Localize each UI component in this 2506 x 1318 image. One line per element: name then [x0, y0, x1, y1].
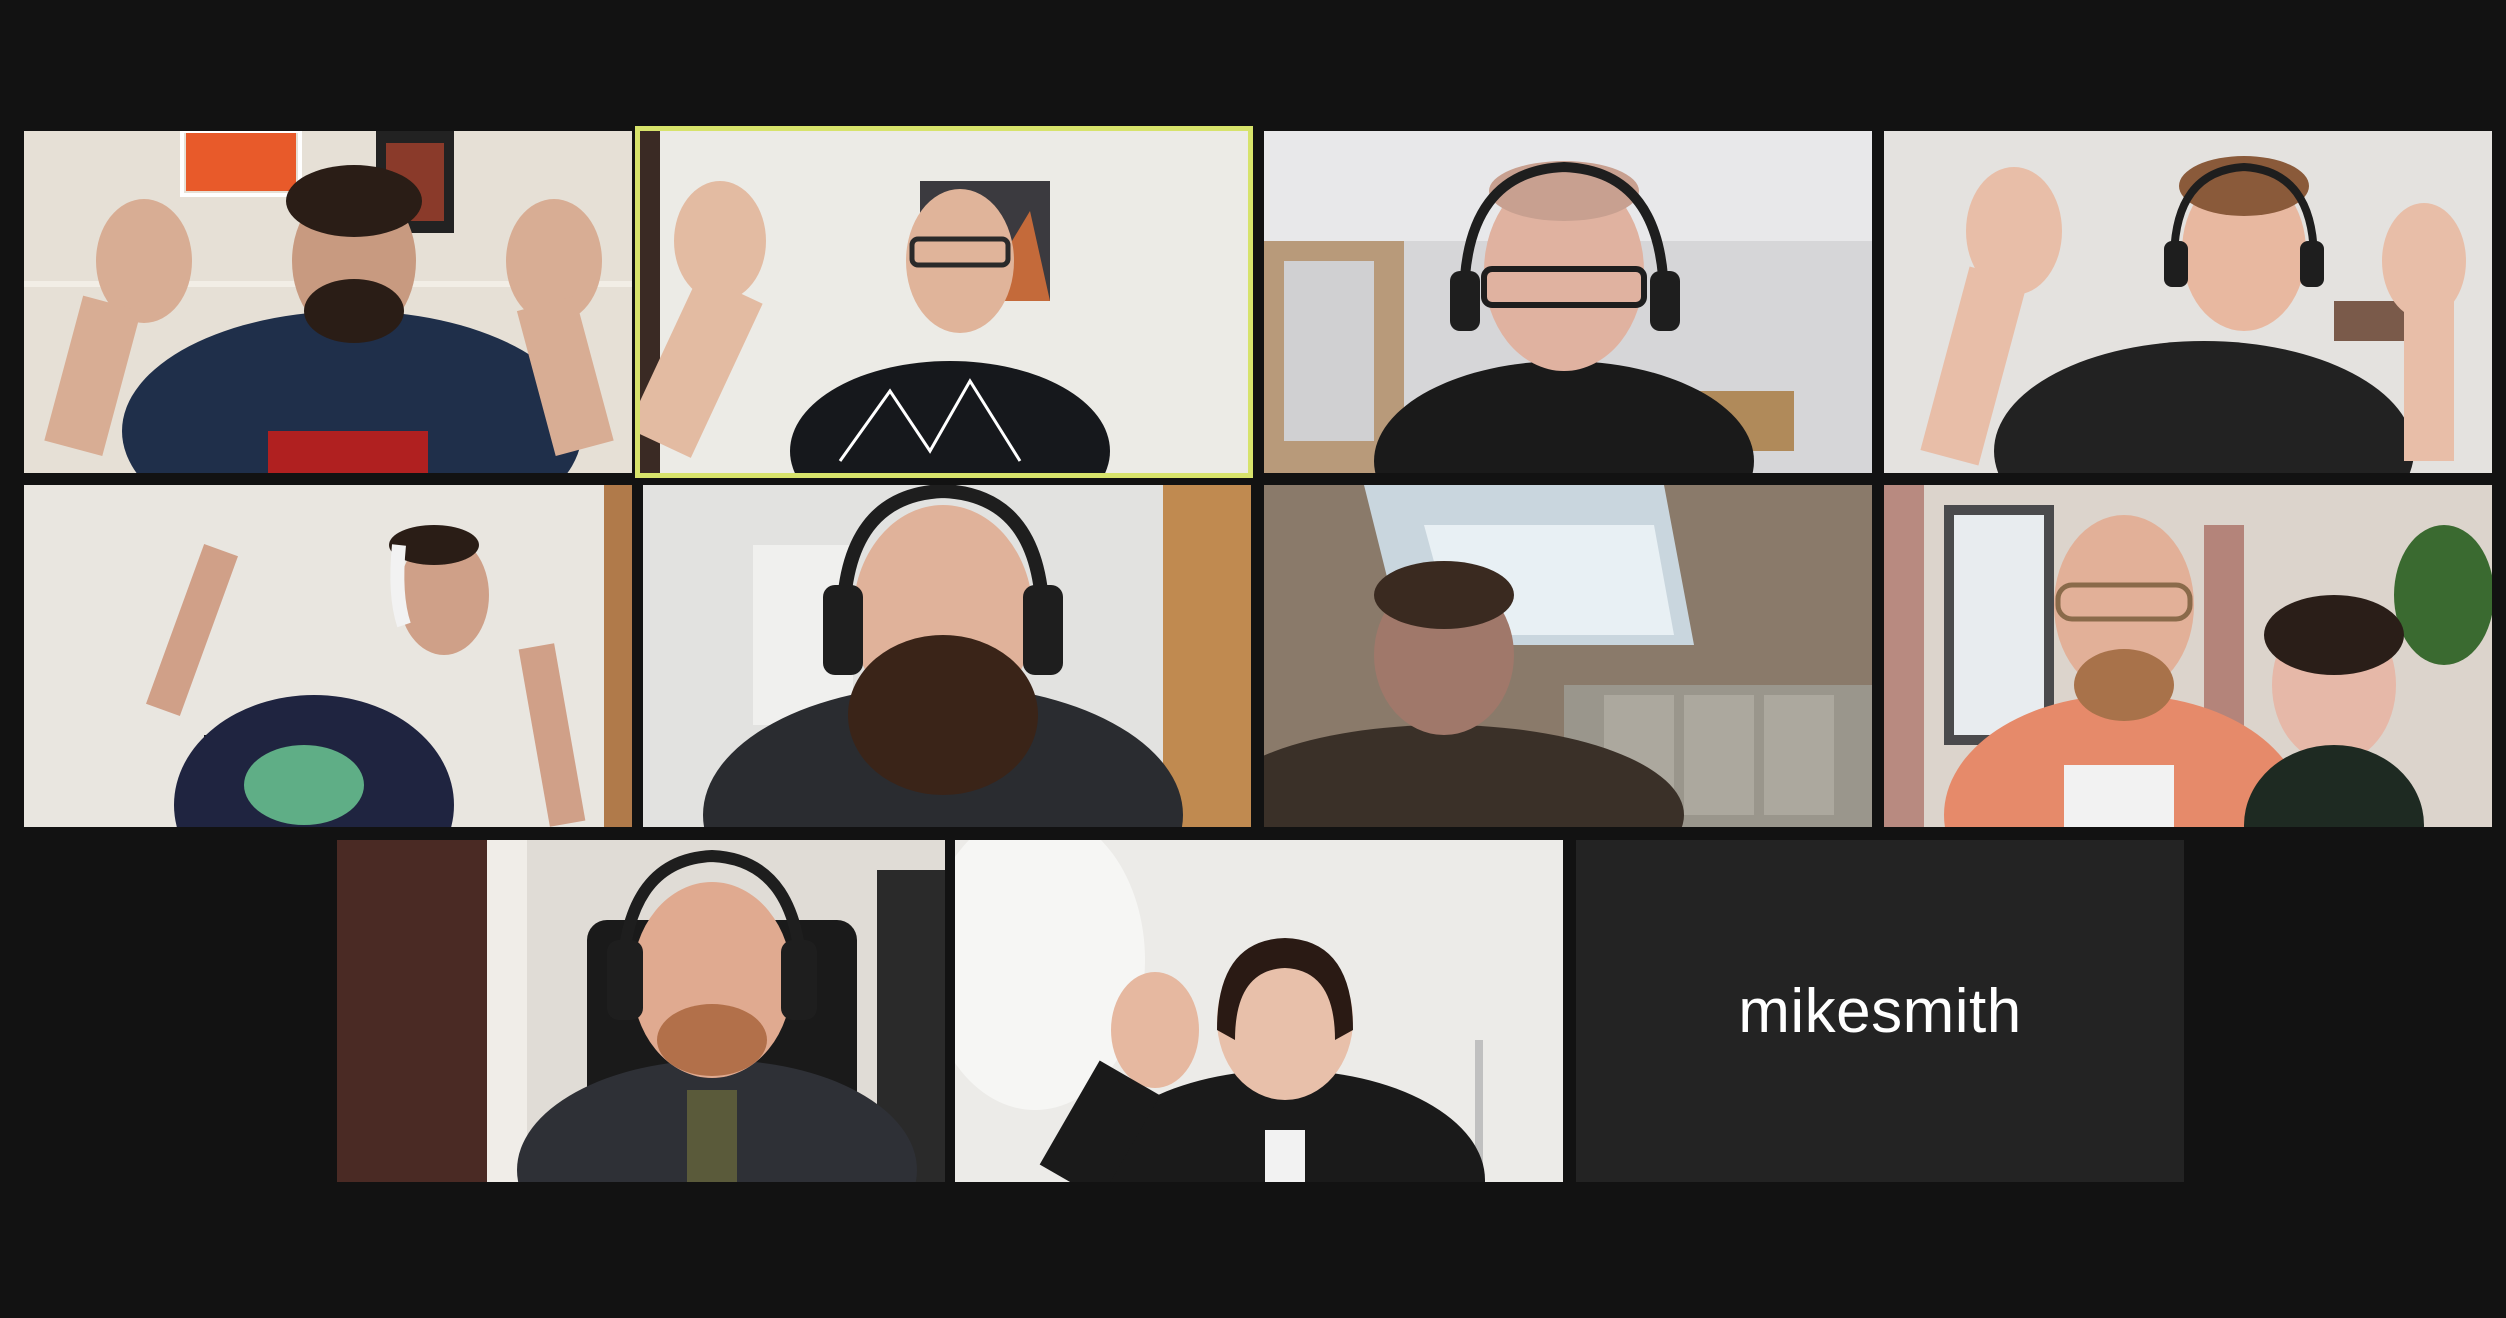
participant-video-feed — [24, 131, 632, 473]
participant-video-feed — [1264, 131, 1872, 473]
participant-video-tile[interactable] — [955, 840, 1563, 1182]
participant-video-tile[interactable] — [1264, 485, 1872, 827]
participant-video-tile[interactable] — [1884, 485, 2492, 827]
participant-video-feed — [640, 131, 1248, 473]
participant-video-tile[interactable] — [24, 485, 632, 827]
participant-video-tile[interactable] — [337, 840, 945, 1182]
participant-video-feed — [1884, 131, 2492, 473]
participant-video-tile[interactable] — [1884, 131, 2492, 473]
participant-video-tile-active-speaker[interactable] — [635, 126, 1253, 478]
participant-video-tile[interactable] — [1264, 131, 1872, 473]
participant-video-feed — [955, 840, 1563, 1182]
participant-video-feed — [643, 485, 1251, 827]
participant-video-tile[interactable] — [24, 131, 632, 473]
gallery-view: mikesmith — [0, 0, 2506, 1318]
participant-name-tile-video-off[interactable]: mikesmith — [1576, 840, 2184, 1182]
participant-display-name: mikesmith — [1738, 976, 2022, 1046]
participant-video-feed — [1264, 485, 1872, 827]
participant-video-feed — [24, 485, 632, 827]
participant-video-feed — [337, 840, 945, 1182]
participant-video-feed — [1884, 485, 2492, 827]
participant-video-tile[interactable] — [643, 485, 1251, 827]
